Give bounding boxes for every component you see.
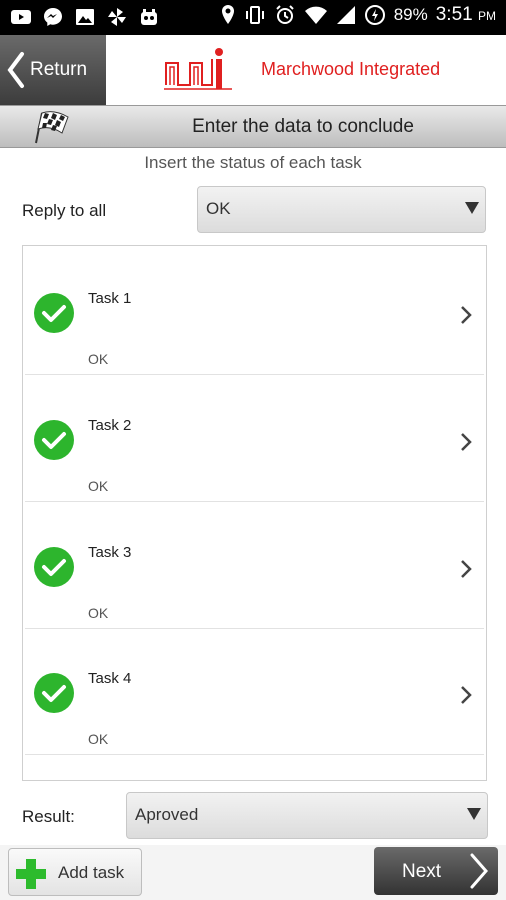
chevron-right-icon (470, 853, 488, 889)
notification-icons (10, 6, 160, 28)
task-row[interactable]: Task 2 OK (25, 375, 484, 502)
task-list[interactable]: Task 1 OK Task 2 OK Task 3 OK Task 4 OK (22, 245, 487, 781)
wifi-icon (304, 6, 327, 24)
check-circle-icon (34, 547, 74, 587)
page-title: Enter the data to conclude (192, 116, 414, 137)
instruction-text: Insert the status of each task (144, 153, 362, 172)
dropdown-arrow-icon (465, 202, 479, 214)
chevron-right-icon (461, 560, 472, 578)
alarm-icon (275, 5, 294, 24)
task-status: OK (88, 478, 109, 494)
location-icon (221, 5, 234, 24)
brand-name: Marchwood Integrated (261, 59, 441, 79)
task-row[interactable]: Task 1 OK (25, 248, 484, 375)
task-status: OK (88, 731, 109, 747)
clock-ampm: PM (478, 9, 496, 23)
check-circle-icon (34, 673, 74, 713)
battery-saver-icon (364, 5, 385, 25)
plus-icon (16, 859, 46, 889)
youtube-icon (11, 10, 31, 24)
title-bar: Enter the data to conclude (0, 105, 506, 148)
task-name: Task 2 (88, 417, 132, 434)
result-select[interactable]: Aproved (126, 792, 488, 839)
chevron-right-icon (461, 433, 472, 451)
pinwheel-icon (108, 8, 126, 26)
return-button[interactable]: Return (0, 35, 106, 105)
task-status: OK (88, 605, 109, 621)
task-row[interactable]: Task 4 OK (25, 628, 484, 755)
status-bar: 89% 3:51 PM (0, 0, 506, 35)
messenger-icon (44, 8, 62, 26)
company-logo (164, 48, 232, 90)
chevron-left-icon (7, 52, 24, 88)
task-status: OK (88, 351, 109, 367)
task-row[interactable]: Task 3 OK (25, 502, 484, 629)
gallery-icon (76, 9, 94, 25)
clock-time: 3:51 (435, 4, 473, 25)
check-circle-icon (34, 293, 74, 333)
chevron-right-icon (461, 686, 472, 704)
robot-icon (141, 9, 157, 25)
reply-all-select[interactable]: OK (197, 186, 486, 233)
vibrate-icon (245, 6, 264, 24)
next-button[interactable]: Next (374, 847, 498, 895)
app-header: Return Marchwood Integrated (0, 35, 506, 105)
result-value: Aproved (135, 805, 199, 824)
check-circle-icon (34, 420, 74, 460)
add-task-button[interactable]: Add task (8, 848, 142, 896)
signal-icon (336, 6, 355, 24)
result-label: Result: (22, 807, 75, 826)
task-name: Task 3 (88, 544, 132, 561)
system-icons: 89% 3:51 PM (220, 4, 496, 26)
chevron-right-icon (461, 306, 472, 324)
add-task-label: Add task (58, 863, 125, 882)
clock: 3:51 PM (436, 4, 496, 26)
dropdown-arrow-icon (467, 808, 481, 820)
return-label: Return (30, 59, 88, 80)
reply-all-label: Reply to all (22, 201, 107, 220)
task-name: Task 4 (88, 670, 132, 687)
reply-all-value: OK (206, 199, 231, 218)
task-name: Task 1 (88, 290, 132, 307)
battery-level: 89% (393, 5, 428, 24)
next-label: Next (402, 861, 442, 882)
